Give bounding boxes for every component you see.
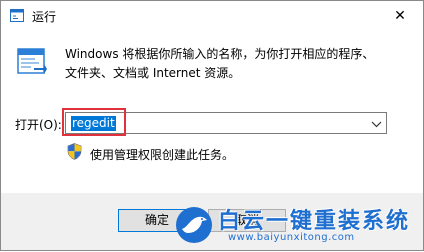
description-line-1: Windows 将根据你所输入的名称，为你打开相应的程序、 [65, 47, 375, 61]
uac-shield-icon [67, 143, 82, 160]
close-icon: ✕ [394, 8, 406, 24]
description-line-2: 文件夹、文档或 Internet 资源。 [65, 66, 241, 80]
bird-logo-icon [174, 205, 214, 245]
run-program-icon [16, 46, 48, 78]
run-dialog: 运行 ✕ Windows 将根据你所输入的名称，为你打开相应的程序、 文件夹、文… [0, 0, 424, 251]
close-button[interactable]: ✕ [377, 1, 423, 31]
title-bar[interactable]: 运行 ✕ [1, 1, 423, 31]
chevron-down-icon[interactable] [371, 118, 382, 128]
run-app-icon [10, 9, 24, 22]
watermark: 白云一键重装系统 www.baiyunxitong.com [166, 199, 424, 252]
admin-privilege-note: 使用管理权限创建此任务。 [90, 148, 235, 162]
watermark-title: 白云一键重装系统 [218, 209, 411, 234]
window-title: 运行 [32, 10, 57, 24]
description-text: Windows 将根据你所输入的名称，为你打开相应的程序、 文件夹、文档或 In… [65, 45, 405, 83]
annotation-highlight-box [62, 108, 126, 136]
watermark-url: www.baiyunxitong.com [228, 232, 355, 243]
open-label: 打开(O): [15, 118, 62, 132]
